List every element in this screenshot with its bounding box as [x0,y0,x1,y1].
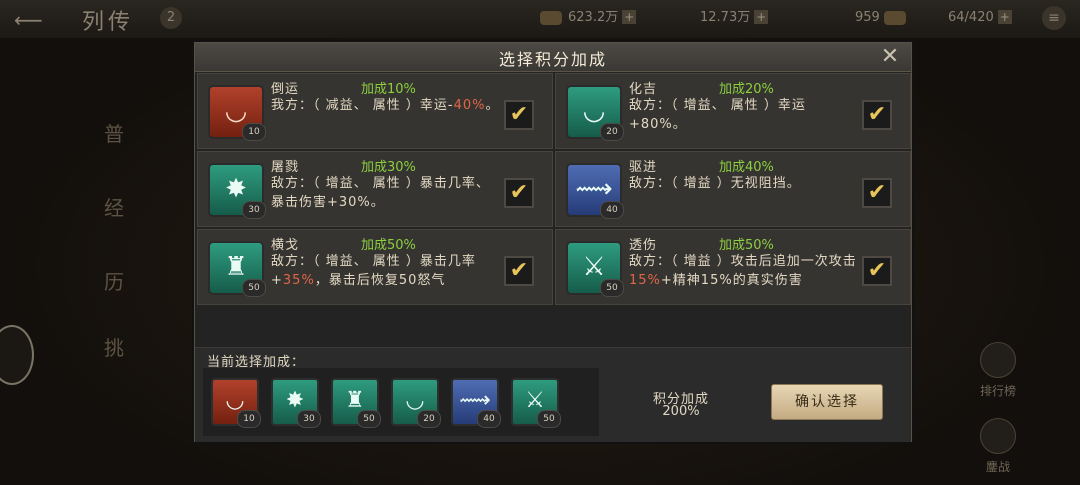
battle-label: 鏖战 [985,460,1010,474]
checkbox[interactable]: ✔ [862,256,892,286]
horn-icon: ◡ 20 [566,85,624,141]
bonus-percent: 加成50% [361,238,416,253]
bonus-name: 透伤 [629,238,658,253]
stamina-resource: 64/420 + [948,8,1012,28]
selection-panel: 当前选择加成： ◡ 10 ✸ 30 ♜ 50 ◡ 20 ⟿ 40 ⚔ 50 积分加成 20… [195,347,911,442]
top-bar: ⟵ 列传 2 623.2万 + 12.73万 + 959 64/420 + ≡ [0,0,1080,38]
checkbox[interactable]: ✔ [504,256,534,286]
selected-bonus-row: ◡ 10 ✸ 30 ♜ 50 ◡ 20 ⟿ 40 ⚔ 50 [203,368,599,436]
score-bonus-value: 200% [662,404,700,419]
add-gold-button[interactable]: + [622,10,637,24]
level-badge: 50 [600,279,624,297]
bonus-name: 横戈 [271,238,300,253]
crossed-swords-icon [980,418,1016,454]
selected-burst-icon[interactable]: ✸ 30 [271,378,321,428]
level-badge: 40 [600,201,624,219]
gem-resource: 959 [855,8,912,28]
level-badge: 40 [477,410,501,428]
checkbox[interactable]: ✔ [504,178,534,208]
bonus-card[interactable]: ✸ 30 屠戮 加成30% 敌方：（ 增益、 属性 ）暴击几率、暴击伤害+30%… [197,151,553,227]
left-nav-item-3[interactable]: 历 [104,266,124,295]
gold-value: 623.2万 [568,10,619,25]
bonus-description: 敌方：（ 增益、 属性 ）暴击几率、暴击伤害+30%。 [271,176,490,210]
confirm-button[interactable]: 确认选择 [771,384,883,420]
page-title: 列传 [82,10,135,35]
selected-horn-icon[interactable]: ◡ 10 [211,378,261,428]
runner-icon: ⟿ 40 [566,163,624,219]
bonus-select-dialog: 选择积分加成 ✕ ◡ 10 倒运 加成10% 我方：（ 减益、 属性 ）幸运-4… [194,42,912,442]
checkbox[interactable]: ✔ [862,178,892,208]
warrior-icon: ♜ 50 [208,241,266,297]
selected-runner-icon[interactable]: ⟿ 40 [451,378,501,428]
level-badge: 30 [242,201,266,219]
bonus-card[interactable]: ◡ 20 化吉 加成20% 敌方：（ 增益、 属性 ）幸运+80%。 ✔ [555,73,911,149]
close-icon[interactable]: ✕ [873,44,907,70]
left-nav-item-1[interactable]: 普 [104,118,124,147]
battle-button[interactable]: 鏖战 [968,418,1028,475]
bonus-description: 敌方：（ 增益 ）攻击后追加一次攻击15%+精神15%的真实伤害 [629,254,857,288]
bonus-card[interactable]: ⟿ 40 驱进 加成40% 敌方：（ 增益 ）无视阻挡。 ✔ [555,151,911,227]
horn-icon: ◡ 10 [208,85,266,141]
bonus-name: 倒运 [271,82,300,97]
burst-icon: ✸ 30 [208,163,266,219]
ranking-button[interactable]: 排行榜 [968,342,1028,399]
level-badge: 30 [297,410,321,428]
dialog-header: 选择积分加成 ✕ [195,43,911,72]
add-stamina-button[interactable]: + [997,10,1012,24]
bonus-card[interactable]: ♜ 50 横戈 加成50% 敌方：（ 增益、 属性 ）暴击几率+35%，暴击后恢… [197,229,553,305]
bonus-percent: 加成30% [361,160,416,175]
checkbox[interactable]: ✔ [504,100,534,130]
silver-value: 12.73万 [700,10,751,25]
level-badge: 10 [242,123,266,141]
bonus-name: 化吉 [629,82,658,97]
bonus-percent: 加成40% [719,160,774,175]
bonus-name: 屠戮 [271,160,300,175]
checkbox[interactable]: ✔ [862,100,892,130]
sword-icon: ⚔ 50 [566,241,624,297]
menu-button[interactable]: ≡ [1042,6,1066,30]
back-arrow-icon[interactable]: ⟵ [14,8,64,32]
level-badge: 50 [242,279,266,297]
level-badge: 50 [537,410,561,428]
left-nav-item-4[interactable]: 挑 [104,332,124,361]
bonus-name: 驱进 [629,160,658,175]
selected-sword-icon[interactable]: ⚔ 50 [511,378,561,428]
bonus-percent: 加成20% [719,82,774,97]
bonus-percent: 加成50% [719,238,774,253]
level-badge: 10 [237,410,261,428]
dialog-title: 选择积分加成 [498,50,607,69]
page-number-badge: 2 [160,7,182,29]
bonus-card[interactable]: ⚔ 50 透伤 加成50% 敌方：（ 增益 ）攻击后追加一次攻击15%+精神15… [555,229,911,305]
bonus-percent: 加成10% [361,82,416,97]
level-badge: 50 [357,410,381,428]
gem-value: 959 [855,10,880,25]
selected-horn-icon[interactable]: ◡ 20 [391,378,441,428]
level-badge: 20 [600,123,624,141]
ranking-label: 排行榜 [979,384,1016,398]
bonus-card[interactable]: ◡ 10 倒运 加成10% 我方：（ 减益、 属性 ）幸运-40%。 ✔ [197,73,553,149]
silver-resource: 12.73万 + [700,8,769,28]
bonus-description: 我方：（ 减益、 属性 ）幸运-40%。 [271,98,500,113]
bonus-description: 敌方：（ 增益、 属性 ）幸运+80%。 [629,98,806,132]
gold-resource: 623.2万 + [540,8,637,28]
level-badge: 20 [417,410,441,428]
bonus-description: 敌方：（ 增益 ）无视阻挡。 [629,176,801,191]
left-nav-item-2[interactable]: 经 [104,192,124,221]
add-silver-button[interactable]: + [754,10,769,24]
ranking-icon [980,342,1016,378]
gem-icon [883,10,906,25]
bonus-description: 敌方：（ 增益、 属性 ）暴击几率+35%，暴击后恢复50怒气 [271,254,476,288]
gold-icon [540,10,562,25]
selected-warrior-icon[interactable]: ♜ 50 [331,378,381,428]
stamina-value: 64/420 [948,10,994,25]
